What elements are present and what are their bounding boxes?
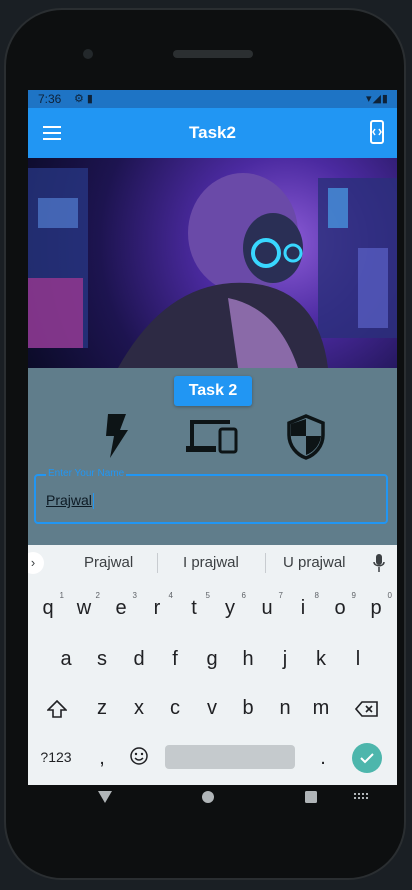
key-d[interactable]: d [129, 648, 149, 671]
key-u[interactable]: u7 [257, 591, 283, 620]
name-field[interactable]: Enter Your Name Prajwal [34, 468, 388, 524]
hero-image [28, 158, 397, 368]
status-time: 7:36 [38, 92, 62, 106]
emoji-icon[interactable] [129, 746, 149, 766]
recents-icon[interactable] [304, 790, 318, 804]
key-o[interactable]: o9 [330, 591, 356, 620]
key-i[interactable]: i8 [293, 591, 319, 620]
divider [265, 553, 266, 573]
status-signal-battery: ▾◢▮ [365, 93, 389, 105]
key-s[interactable]: s [92, 648, 112, 671]
app-bar: Task2 [28, 108, 397, 158]
key-n[interactable]: n [275, 697, 295, 720]
key-w[interactable]: w2 [74, 591, 100, 620]
backspace-icon[interactable] [355, 701, 379, 717]
check-icon [360, 753, 374, 764]
key-q[interactable]: q1 [38, 591, 64, 620]
chevron-right-icon[interactable]: › [28, 552, 44, 574]
phone-frame: 7:36 ⚙ ▮ ▾◢▮ Task2 Task 2 Enter Your Nam… [4, 8, 406, 880]
key-y[interactable]: y6 [220, 591, 246, 620]
space-bar[interactable] [165, 745, 295, 769]
nav-bar [24, 777, 393, 825]
back-icon[interactable] [98, 791, 112, 803]
screen: 7:36 ⚙ ▮ ▾◢▮ Task2 Task 2 Enter Your Nam… [28, 90, 397, 785]
flash-icon [106, 414, 128, 458]
key-g[interactable]: g [202, 648, 222, 671]
shield-icon [287, 414, 325, 460]
key-a[interactable]: a [56, 648, 76, 671]
suggestion-1[interactable]: Prajwal [84, 554, 133, 571]
keyboard-switch-icon[interactable] [354, 793, 368, 801]
suggestion-3[interactable]: U prajwal [283, 554, 346, 571]
enter-button[interactable] [352, 743, 382, 773]
home-icon[interactable] [201, 790, 215, 804]
key-b[interactable]: b [238, 697, 258, 720]
suggestion-strip: › Prajwal I prajwal U prajwal [28, 545, 397, 581]
status-bar: 7:36 ⚙ ▮ ▾◢▮ [28, 90, 397, 108]
camera [83, 49, 93, 59]
key-r[interactable]: r4 [147, 591, 173, 620]
key-p[interactable]: p0 [366, 591, 392, 620]
symbols-key[interactable]: ?123 [36, 749, 76, 765]
suggestion-2[interactable]: I prajwal [183, 554, 239, 571]
key-k[interactable]: k [311, 648, 331, 671]
key-m[interactable]: m [311, 697, 331, 720]
name-field-value[interactable]: Prajwal [46, 492, 94, 510]
key-j[interactable]: j [275, 648, 295, 671]
shift-icon[interactable] [47, 700, 67, 718]
name-field-label: Enter Your Name [46, 468, 127, 479]
app-title: Task2 [189, 123, 236, 142]
soft-keyboard: › Prajwal I prajwal U prajwal q1 w2 e3 r… [28, 545, 397, 785]
key-period[interactable]: . [315, 747, 331, 770]
key-t[interactable]: t5 [184, 591, 210, 620]
key-l[interactable]: l [348, 648, 368, 671]
mic-icon[interactable] [373, 554, 385, 572]
cyberpunk-illustration [28, 168, 397, 368]
key-c[interactable]: c [165, 697, 185, 720]
key-comma[interactable]: , [94, 747, 110, 770]
speaker [173, 50, 253, 58]
key-z[interactable]: z [92, 697, 112, 720]
key-f[interactable]: f [165, 648, 185, 671]
status-icons: ⚙ ▮ [74, 93, 93, 105]
task2-button[interactable]: Task 2 [174, 376, 252, 406]
icons-row [28, 412, 397, 462]
devices-icon [186, 420, 238, 454]
divider [157, 553, 158, 573]
key-h[interactable]: h [238, 648, 258, 671]
screen-rotation-icon[interactable] [369, 120, 385, 144]
key-v[interactable]: v [202, 697, 222, 720]
key-e[interactable]: e3 [111, 591, 137, 620]
key-x[interactable]: x [129, 697, 149, 720]
